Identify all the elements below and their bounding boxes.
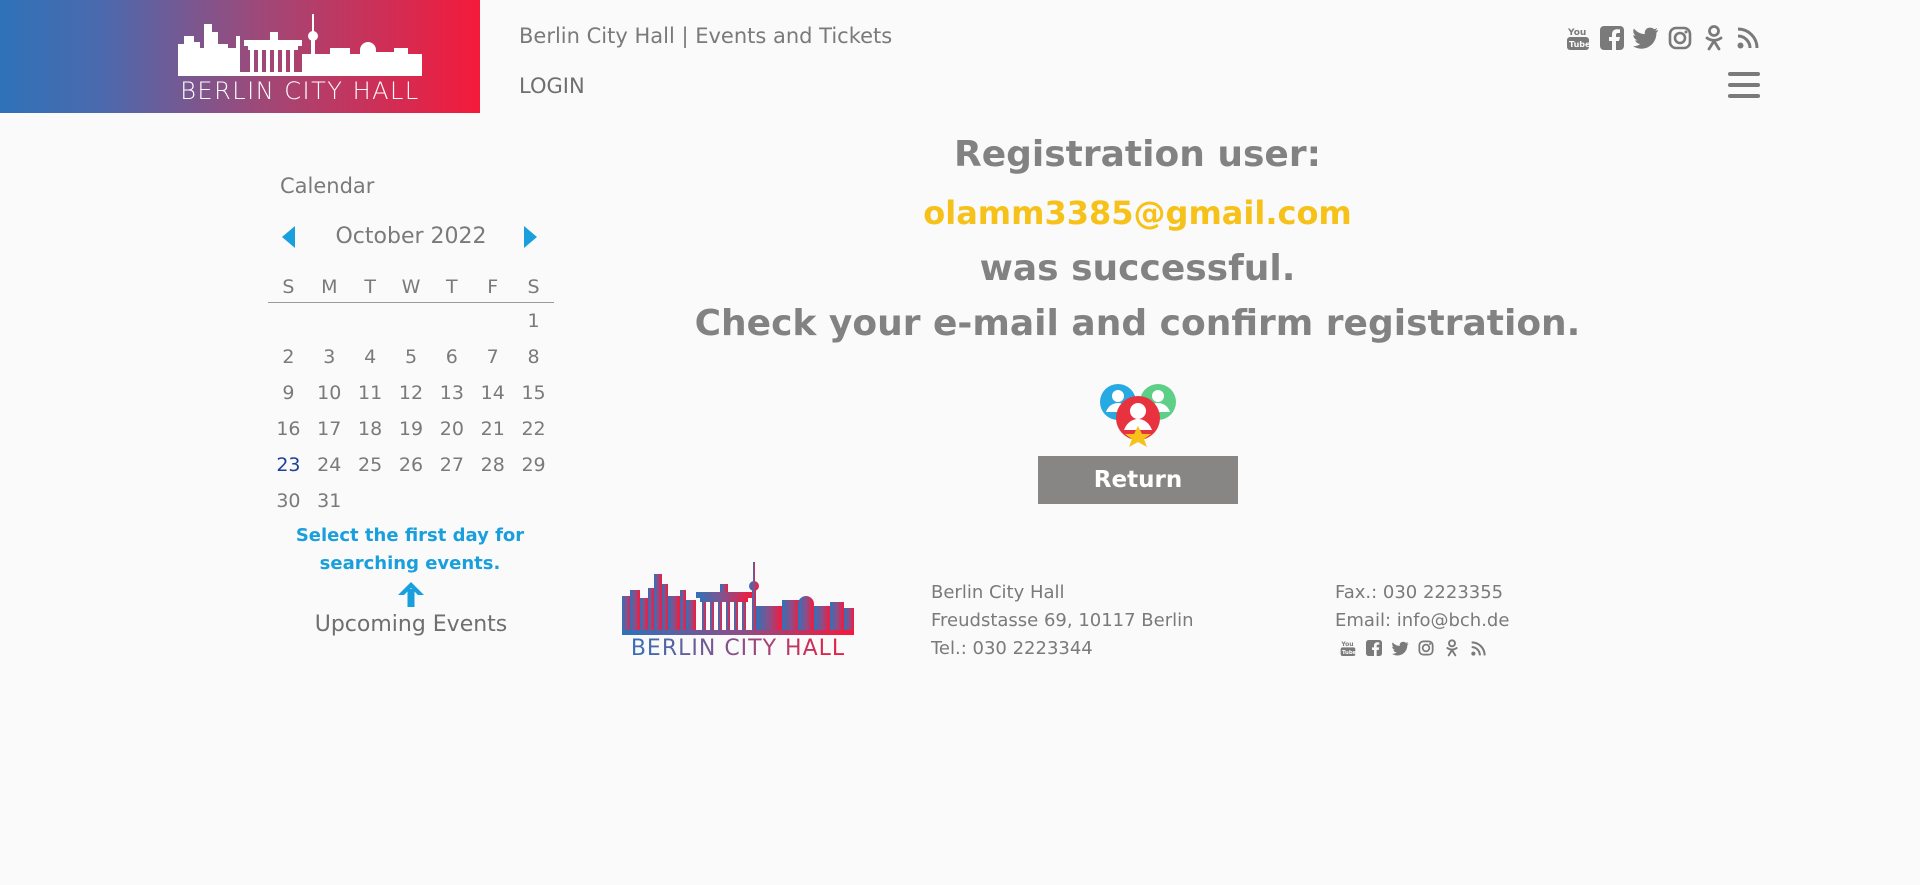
instagram-icon[interactable]: [1666, 24, 1693, 51]
calendar-day[interactable]: 28: [472, 447, 513, 483]
registration-status: was successful.: [979, 248, 1296, 289]
calendar-weekday: T: [364, 276, 376, 298]
calendar-weekday: T: [446, 276, 458, 298]
registration-heading: Registration user:: [954, 134, 1321, 175]
calendar-day[interactable]: 15: [513, 375, 554, 411]
calendar-day[interactable]: 10: [309, 375, 350, 411]
footer-logo-text: BERLIN CITY HALL: [622, 636, 854, 661]
calendar-day[interactable]: 16: [268, 411, 309, 447]
rss-icon[interactable]: [1734, 24, 1761, 51]
odnoklassniki-icon[interactable]: [1443, 639, 1461, 657]
svg-text:You: You: [1567, 28, 1586, 38]
calendar-day[interactable]: 17: [309, 411, 350, 447]
site-title: Berlin City Hall | Events and Tickets: [519, 24, 893, 48]
calendar-day[interactable]: 29: [513, 447, 554, 483]
calendar-day[interactable]: 18: [350, 411, 391, 447]
calendar-grid: SMTWTFS 1 2 3 4 5 6 7 8 9 10 11 12 13 14 15 16 17 18 19 20 2…: [268, 276, 554, 519]
calendar-empty-cell: [268, 303, 309, 339]
svg-text:Tube: Tube: [1342, 650, 1356, 656]
registration-instruction: Check your e-mail and confirm registrati…: [694, 303, 1581, 344]
calendar-day[interactable]: 6: [431, 339, 472, 375]
twitter-icon[interactable]: [1391, 639, 1409, 657]
calendar-weekday: M: [321, 276, 338, 298]
footer-contact: Berlin City Hall Freudstasse 69, 10117 B…: [931, 579, 1194, 663]
footer-name: Berlin City Hall: [931, 582, 1065, 603]
calendar-day[interactable]: 13: [431, 375, 472, 411]
calendar-day[interactable]: 31: [309, 483, 350, 519]
footer-contact-2: Fax.: 030 2223355 Email: info@bch.de You…: [1335, 579, 1509, 657]
svg-text:Tube: Tube: [1569, 40, 1590, 49]
footer-address: Freudstasse 69, 10117 Berlin: [931, 610, 1194, 631]
calendar-weekday: W: [401, 276, 421, 298]
calendar-empty-cell: [309, 303, 350, 339]
users-group-icon: [1100, 384, 1176, 447]
calendar-day[interactable]: 4: [350, 339, 391, 375]
facebook-icon[interactable]: [1598, 24, 1625, 51]
instagram-icon[interactable]: [1417, 639, 1435, 657]
calendar-day[interactable]: 21: [472, 411, 513, 447]
calendar-day[interactable]: 2: [268, 339, 309, 375]
registration-email: olamm3385@gmail.com: [923, 194, 1352, 232]
calendar-day[interactable]: 1: [513, 303, 554, 339]
calendar-day[interactable]: 25: [350, 447, 391, 483]
calendar-empty-cell: [431, 303, 472, 339]
calendar-empty-cell: [391, 303, 432, 339]
calendar-day[interactable]: 23: [268, 447, 309, 483]
site-logo[interactable]: BERLIN CITY HALL: [0, 0, 480, 113]
odnoklassniki-icon[interactable]: [1700, 24, 1727, 51]
calendar-day[interactable]: 7: [472, 339, 513, 375]
calendar-day[interactable]: 9: [268, 375, 309, 411]
youtube-icon[interactable]: You Tube: [1339, 639, 1357, 657]
footer-skyline-icon: [622, 562, 854, 635]
calendar-day[interactable]: 19: [391, 411, 432, 447]
calendar-weekday: S: [527, 276, 540, 298]
calendar-day[interactable]: 8: [513, 339, 554, 375]
footer-social-links: You Tube: [1339, 639, 1509, 657]
hamburger-menu-icon[interactable]: [1728, 72, 1760, 98]
calendar-day[interactable]: 11: [350, 375, 391, 411]
youtube-icon[interactable]: You Tube: [1564, 24, 1591, 51]
calendar-prev-icon[interactable]: [282, 226, 295, 248]
calendar-weekdays: SMTWTFS: [268, 276, 554, 303]
calendar-day[interactable]: 30: [268, 483, 309, 519]
calendar-month-label: October 2022: [335, 224, 487, 249]
calendar-days: 1 2 3 4 5 6 7 8 9 10 11 12 13 14 15 16 17 18 19 20 21 22 23 24 2…: [268, 303, 554, 519]
return-button[interactable]: Return: [1038, 456, 1238, 504]
calendar-day[interactable]: 5: [391, 339, 432, 375]
facebook-icon[interactable]: [1365, 639, 1383, 657]
login-link[interactable]: LOGIN: [519, 74, 585, 98]
calendar-day[interactable]: 27: [431, 447, 472, 483]
footer-email[interactable]: Email: info@bch.de: [1335, 607, 1509, 635]
svg-text:You: You: [1340, 641, 1353, 648]
calendar-weekday: S: [282, 276, 295, 298]
footer-fax: Fax.: 030 2223355: [1335, 582, 1504, 603]
calendar-day[interactable]: 24: [309, 447, 350, 483]
calendar-next-icon[interactable]: [524, 226, 537, 248]
skyline-icon: [178, 14, 422, 76]
calendar-day[interactable]: 14: [472, 375, 513, 411]
calendar-weekday: F: [487, 276, 499, 298]
arrow-up-icon: [398, 582, 424, 607]
twitter-icon[interactable]: [1632, 24, 1659, 51]
calendar-day[interactable]: 20: [431, 411, 472, 447]
calendar-day[interactable]: 26: [391, 447, 432, 483]
footer-tel: Tel.: 030 2223344: [931, 638, 1093, 659]
upcoming-events-link[interactable]: Upcoming Events: [290, 612, 532, 637]
calendar-day[interactable]: 3: [309, 339, 350, 375]
rss-icon[interactable]: [1469, 639, 1487, 657]
calendar-title: Calendar: [280, 174, 375, 198]
calendar-empty-cell: [472, 303, 513, 339]
calendar-day[interactable]: 22: [513, 411, 554, 447]
logo-text: BERLIN CITY HALL: [180, 77, 420, 105]
calendar-day[interactable]: 12: [391, 375, 432, 411]
social-links: You Tube: [1564, 24, 1761, 51]
calendar-empty-cell: [350, 303, 391, 339]
calendar-hint: Select the first day for searching event…: [295, 525, 525, 574]
